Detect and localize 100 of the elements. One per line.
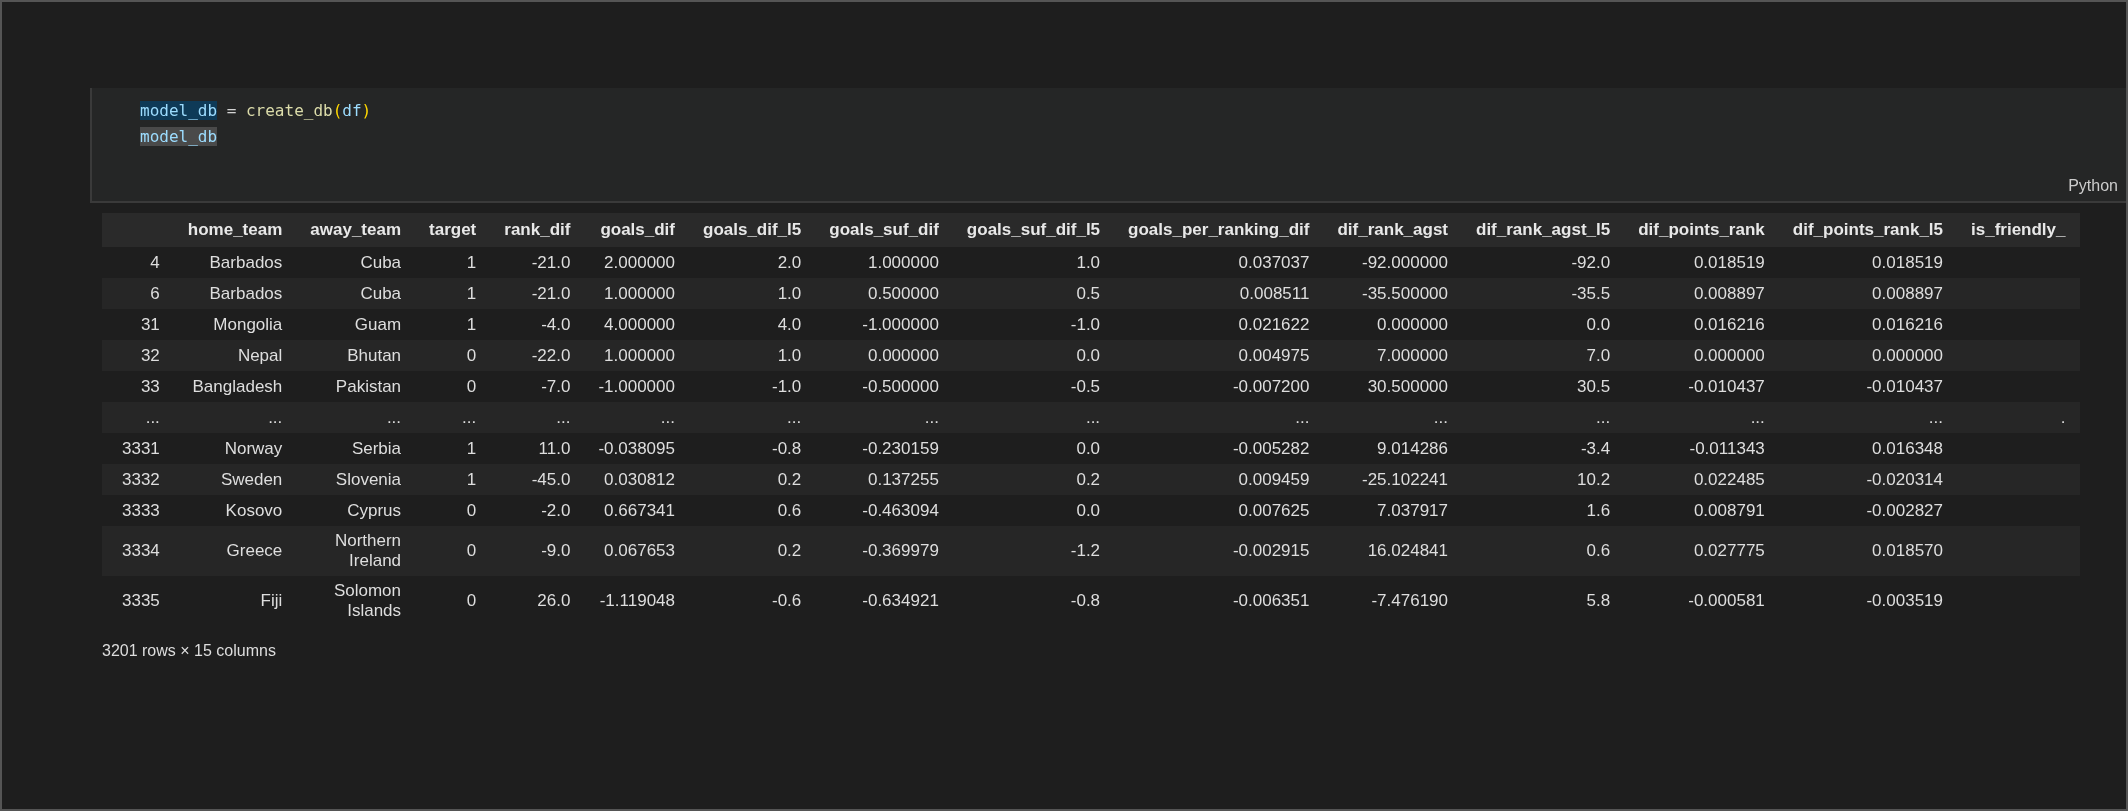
table-cell: 0.008791 — [1624, 495, 1779, 526]
row-index: 3333 — [102, 495, 174, 526]
table-cell: ... — [415, 402, 491, 433]
table-cell: 0 — [415, 371, 491, 402]
table-cell: 0.500000 — [815, 278, 953, 309]
row-index: 6 — [102, 278, 174, 309]
table-cell: 1.0 — [689, 340, 816, 371]
column-header: goals_dif_l5 — [689, 213, 816, 247]
table-cell: -0.000581 — [1624, 576, 1779, 626]
language-label[interactable]: Python — [2068, 177, 2118, 195]
table-cell: 1.0 — [952, 247, 1115, 278]
table-cell: -4.0 — [490, 309, 585, 340]
table-cell: 0.6 — [1462, 526, 1625, 576]
table-cell: 0.008897 — [1778, 278, 1957, 309]
table-cell: 1 — [415, 464, 491, 495]
column-header: dif_rank_agst_l5 — [1462, 213, 1625, 247]
table-cell: 1.0 — [689, 278, 816, 309]
table-cell: -0.463094 — [815, 495, 953, 526]
table-cell: 1.000000 — [584, 278, 689, 309]
table-cell: 0.018519 — [1778, 247, 1957, 278]
table-cell: 16.024841 — [1323, 526, 1462, 576]
table-cell: 1.6 — [1462, 495, 1625, 526]
row-index: 3334 — [102, 526, 174, 576]
table-cell: 4.000000 — [584, 309, 689, 340]
table-cell: -35.5 — [1462, 278, 1625, 309]
table-cell: ... — [952, 402, 1115, 433]
table-cell: ... — [1778, 402, 1957, 433]
table-cell: 0.0 — [952, 433, 1115, 464]
table-cell: 0.016348 — [1778, 433, 1957, 464]
table-cell: 0.004975 — [1114, 340, 1324, 371]
table-cell: -92.000000 — [1323, 247, 1462, 278]
table-cell: 7.000000 — [1323, 340, 1462, 371]
row-index: 4 — [102, 247, 174, 278]
table-cell: 0.009459 — [1114, 464, 1324, 495]
column-header: home_team — [173, 213, 297, 247]
table-cell: ... — [173, 402, 297, 433]
table-cell: ... — [1462, 402, 1625, 433]
table-cell: 0.000000 — [1778, 340, 1957, 371]
table-cell: -1.000000 — [815, 309, 953, 340]
table-cell: Guam — [296, 309, 416, 340]
table-cell: 0.027775 — [1624, 526, 1779, 576]
table-cell: ... — [1323, 402, 1462, 433]
table-cell: Kosovo — [173, 495, 297, 526]
table-cell: 0.2 — [952, 464, 1115, 495]
table-cell: 0.667341 — [584, 495, 689, 526]
table-cell: -0.007200 — [1114, 371, 1324, 402]
table-cell: Cyprus — [296, 495, 416, 526]
table-cell: -1.2 — [952, 526, 1115, 576]
table-cell: Slovenia — [296, 464, 416, 495]
table-cell: 0.000000 — [1323, 309, 1462, 340]
table-cell: ... — [584, 402, 689, 433]
table-cell: ... — [689, 402, 816, 433]
table-cell: -0.8 — [689, 433, 816, 464]
table-cell: 0.037037 — [1114, 247, 1324, 278]
table-cell: 7.0 — [1462, 340, 1625, 371]
table-cell: -2.0 — [490, 495, 585, 526]
table-cell: -21.0 — [490, 247, 585, 278]
table-cell: -0.8 — [952, 576, 1115, 626]
table-cell: Barbados — [173, 278, 297, 309]
table-cell: -21.0 — [490, 278, 585, 309]
column-header: rank_dif — [490, 213, 585, 247]
table-cell: 0 — [415, 526, 491, 576]
table-cell: 1 — [415, 247, 491, 278]
table-cell: 0.021622 — [1114, 309, 1324, 340]
column-header: away_team — [296, 213, 416, 247]
table-cell: 30.5 — [1462, 371, 1625, 402]
table-cell: 1.000000 — [584, 340, 689, 371]
table-cell: 1 — [415, 309, 491, 340]
table-cell: 0.000000 — [1624, 340, 1779, 371]
column-header: goals_suf_dif_l5 — [952, 213, 1115, 247]
table-cell: -22.0 — [490, 340, 585, 371]
table-cell: -7.476190 — [1323, 576, 1462, 626]
table-cell: 4.0 — [689, 309, 816, 340]
table-cell: 0.007625 — [1114, 495, 1324, 526]
table-cell: -92.0 — [1462, 247, 1625, 278]
column-header: is_friendly_ — [1957, 213, 2080, 247]
table-cell: 0 — [415, 576, 491, 626]
table-cell: Cuba — [296, 278, 416, 309]
table-cell: Northern Ireland — [296, 526, 416, 576]
table-cell: Nepal — [173, 340, 297, 371]
table-cell: Fiji — [173, 576, 297, 626]
table-cell: -3.4 — [1462, 433, 1625, 464]
table-cell: 0 — [415, 495, 491, 526]
code-line: model_db = create_db(df) — [140, 100, 373, 122]
table-cell: 2.000000 — [584, 247, 689, 278]
column-header: dif_points_rank — [1624, 213, 1779, 247]
table-cell: 0.0 — [952, 340, 1115, 371]
table-cell: -0.038095 — [584, 433, 689, 464]
table-cell: -7.0 — [490, 371, 585, 402]
table-cell: 1 — [415, 278, 491, 309]
table-cell: Mongolia — [173, 309, 297, 340]
table-cell: -0.005282 — [1114, 433, 1324, 464]
table-cell: Norway — [173, 433, 297, 464]
table-cell: -0.500000 — [815, 371, 953, 402]
table-cell: 11.0 — [490, 433, 585, 464]
table-cell: Sweden — [173, 464, 297, 495]
table-cell: 0.0 — [952, 495, 1115, 526]
row-index: ... — [102, 402, 174, 433]
table-cell: Bhutan — [296, 340, 416, 371]
table-summary: 3201 rows × 15 columns — [102, 642, 276, 660]
